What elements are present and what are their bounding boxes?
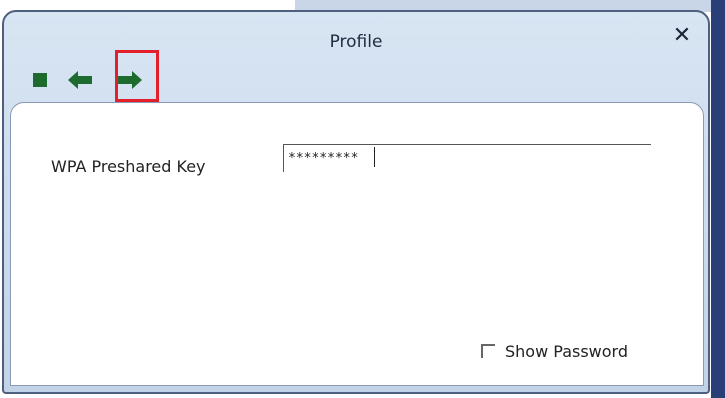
dialog-title: Profile: [329, 32, 383, 52]
arrow-left-icon: [68, 71, 92, 89]
profile-dialog: Profile ✕ WPA Preshared Key ********* Sh…: [2, 10, 710, 394]
wpa-key-label: WPA Preshared Key: [51, 157, 206, 176]
next-button-highlight: [115, 50, 159, 102]
close-button[interactable]: ✕: [670, 24, 694, 48]
text-caret: [374, 147, 375, 167]
wpa-key-input[interactable]: [283, 144, 651, 172]
close-icon: ✕: [672, 23, 692, 48]
screenshot-stage: Profile ✕ WPA Preshared Key ********* Sh…: [0, 0, 725, 398]
show-password-checkbox[interactable]: [481, 344, 495, 358]
content-panel: WPA Preshared Key Show Password: [10, 102, 704, 386]
back-button[interactable]: [66, 64, 96, 94]
show-password-label: Show Password: [505, 342, 628, 361]
stop-button[interactable]: [26, 64, 56, 94]
stop-square-icon: [33, 73, 47, 87]
background-edge: [711, 0, 725, 398]
